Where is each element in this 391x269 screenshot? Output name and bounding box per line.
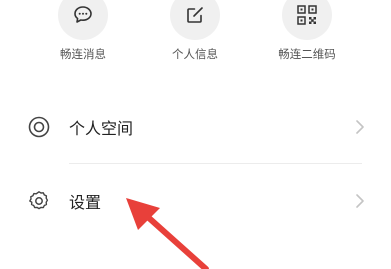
- quick-action-label: 个人信息: [172, 47, 218, 61]
- menu-item-personal-space[interactable]: 个人空间: [0, 97, 391, 157]
- menu-item-label: 个人空间: [69, 119, 134, 138]
- chevron-right-icon: [356, 194, 364, 208]
- gear-icon: [29, 191, 49, 210]
- message-icon: [74, 6, 92, 23]
- chevron-right-icon: [356, 120, 364, 134]
- ring-icon: [28, 116, 50, 138]
- edit-icon: [187, 7, 203, 23]
- quick-action-profile[interactable]: 个人信息: [150, 0, 240, 62]
- qrcode-icon-circle: [282, 0, 332, 40]
- menu-item-settings[interactable]: 设置: [0, 171, 391, 231]
- divider: [69, 163, 362, 164]
- quick-action-label: 畅连二维码: [278, 47, 336, 61]
- menu-item-label: 设置: [69, 193, 102, 212]
- qrcode-icon: [297, 5, 317, 25]
- quick-action-label: 畅连消息: [60, 47, 106, 61]
- quick-actions-row: 畅连消息 个人信息 畅连二维码: [0, 0, 391, 80]
- edit-icon-circle: [170, 0, 220, 40]
- message-icon-circle: [58, 0, 108, 40]
- quick-action-qrcode[interactable]: 畅连二维码: [262, 0, 352, 62]
- quick-action-messages[interactable]: 畅连消息: [38, 0, 128, 62]
